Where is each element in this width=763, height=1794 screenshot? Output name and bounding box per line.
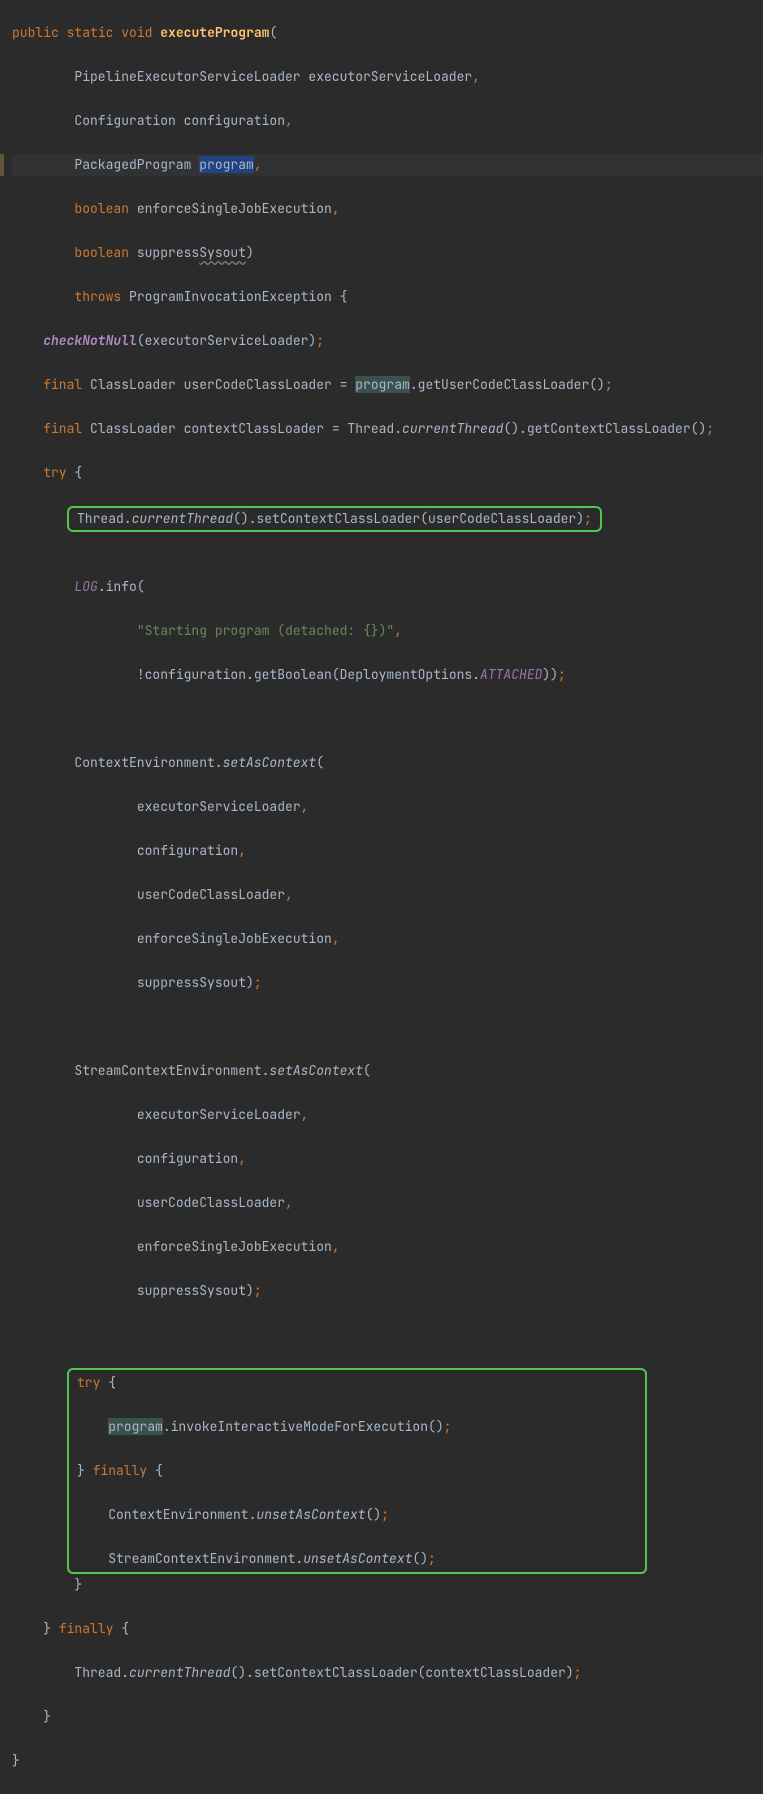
code-line: program.invokeInteractiveModeForExecutio… bbox=[77, 1416, 637, 1438]
code-line bbox=[12, 532, 763, 554]
code-line bbox=[12, 1324, 763, 1346]
code-line: enforceSingleJobExecution, bbox=[12, 928, 763, 950]
code-line: checkNotNull(executorServiceLoader); bbox=[12, 330, 763, 352]
code-line: ContextEnvironment.unsetAsContext(); bbox=[77, 1504, 637, 1526]
code-line: final ClassLoader contextClassLoader = T… bbox=[12, 418, 763, 440]
code-line: ContextEnvironment.setAsContext( bbox=[12, 752, 763, 774]
code-line: PipelineExecutorServiceLoader executorSe… bbox=[12, 66, 763, 88]
code-line: userCodeClassLoader, bbox=[12, 884, 763, 906]
code-line: public static void executeProgram( bbox=[12, 22, 763, 44]
code-line: try { bbox=[12, 462, 763, 484]
code-line: Thread.currentThread().setContextClassLo… bbox=[77, 508, 592, 530]
code-line: } bbox=[12, 1706, 763, 1728]
code-line: } finally { bbox=[77, 1460, 637, 1482]
code-line: enforceSingleJobExecution, bbox=[12, 1236, 763, 1258]
code-line bbox=[12, 1016, 763, 1038]
code-line: LOG.info( bbox=[12, 576, 763, 598]
code-line: userCodeClassLoader, bbox=[12, 1192, 763, 1214]
code-line: } bbox=[12, 1574, 763, 1596]
code-line: configuration, bbox=[12, 840, 763, 862]
code-line: Thread.currentThread().setContextClassLo… bbox=[12, 1662, 763, 1684]
code-line: boolean enforceSingleJobExecution, bbox=[12, 198, 763, 220]
code-line: throws ProgramInvocationException { bbox=[12, 286, 763, 308]
highlight-box-2: try { program.invokeInteractiveModeForEx… bbox=[67, 1368, 647, 1574]
code-line: } finally { bbox=[12, 1618, 763, 1640]
code-line: suppressSysout); bbox=[12, 1280, 763, 1302]
code-line bbox=[12, 708, 763, 730]
code-line: suppressSysout); bbox=[12, 972, 763, 994]
code-line: StreamContextEnvironment.unsetAsContext(… bbox=[77, 1548, 637, 1570]
code-line: } bbox=[12, 1750, 763, 1772]
code-line: try { bbox=[77, 1372, 637, 1394]
code-line: "Starting program (detached: {})", bbox=[12, 620, 763, 642]
code-line: configuration, bbox=[12, 1148, 763, 1170]
highlight-box-1: Thread.currentThread().setContextClassLo… bbox=[67, 506, 602, 532]
code-line-caret: PackagedProgram program, bbox=[12, 154, 763, 176]
code-line: Configuration configuration, bbox=[12, 110, 763, 132]
code-line: final ClassLoader userCodeClassLoader = … bbox=[12, 374, 763, 396]
code-line: executorServiceLoader, bbox=[12, 796, 763, 818]
code-line: !configuration.getBoolean(DeploymentOpti… bbox=[12, 664, 763, 686]
code-editor[interactable]: public static void executeProgram( Pipel… bbox=[0, 0, 763, 1794]
code-line: StreamContextEnvironment.setAsContext( bbox=[12, 1060, 763, 1082]
code-line: executorServiceLoader, bbox=[12, 1104, 763, 1126]
code-line: boolean suppressSysout) bbox=[12, 242, 763, 264]
